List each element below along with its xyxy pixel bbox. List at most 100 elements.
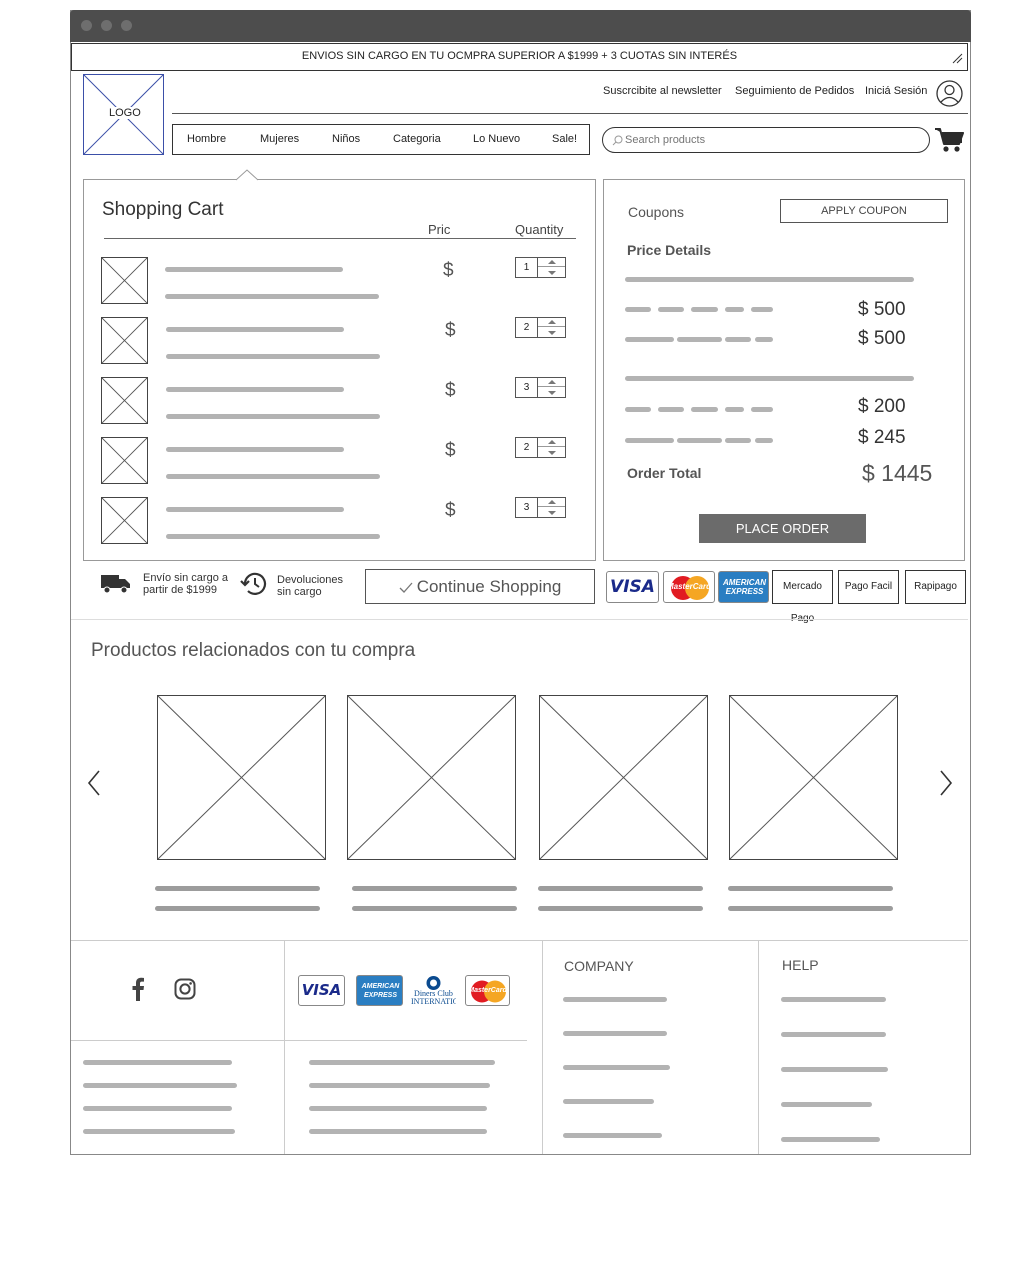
window-minimize-dot[interactable]: [101, 20, 112, 31]
order-tracking-link[interactable]: Seguimiento de Pedidos: [735, 85, 854, 97]
footer-help-title: HELP: [782, 957, 819, 973]
product-price: $: [445, 380, 456, 401]
footer-link-placeholder[interactable]: [563, 1065, 670, 1070]
footer-link-placeholder[interactable]: [563, 1099, 654, 1104]
promo-banner: ENVIOS SIN CARGO EN TU OCMPRA SUPERIOR A…: [71, 43, 968, 71]
related-product-image[interactable]: [347, 695, 516, 860]
promo-banner-text: ENVIOS SIN CARGO EN TU OCMPRA SUPERIOR A…: [301, 50, 738, 62]
quantity-stepper[interactable]: 3: [515, 377, 566, 398]
related-product-price-placeholder: [538, 906, 703, 911]
quantity-increase[interactable]: [538, 318, 565, 327]
footer-link-placeholder[interactable]: [781, 1032, 886, 1037]
mercado-pago-button[interactable]: Mercado Pago: [772, 570, 833, 624]
product-image[interactable]: [101, 257, 148, 304]
product-image[interactable]: [101, 497, 148, 544]
quantity-increase[interactable]: [538, 438, 565, 447]
order-summary-panel: [603, 179, 965, 561]
chevron-left-icon[interactable]: [86, 769, 102, 797]
footer-link-placeholder[interactable]: [309, 1129, 487, 1134]
footer-link-placeholder[interactable]: [83, 1106, 232, 1111]
apply-coupon-button[interactable]: APPLY COUPON: [780, 199, 948, 223]
user-icon[interactable]: [936, 80, 963, 107]
quantity-value[interactable]: 3: [516, 378, 538, 397]
product-name-placeholder: [166, 327, 344, 332]
product-image[interactable]: [101, 377, 148, 424]
summary-label-placeholder: [625, 407, 651, 412]
summary-label-placeholder: [725, 307, 744, 312]
summary-amount: $ 245: [858, 427, 906, 448]
footer-link-placeholder[interactable]: [83, 1083, 237, 1088]
footer-link-placeholder[interactable]: [781, 997, 886, 1002]
newsletter-link[interactable]: Suscrcibite al newsletter: [603, 85, 722, 97]
nav-item-ninos[interactable]: Niños: [332, 133, 360, 145]
place-order-button[interactable]: PLACE ORDER: [699, 514, 866, 543]
quantity-increase[interactable]: [538, 258, 565, 267]
related-product-image[interactable]: [539, 695, 708, 860]
search-box[interactable]: [602, 127, 930, 153]
footer-link-placeholder[interactable]: [83, 1060, 232, 1065]
quantity-stepper[interactable]: 1: [515, 257, 566, 278]
nav-item-sale[interactable]: Sale!: [552, 133, 577, 145]
cart-icon[interactable]: [935, 127, 964, 153]
logo[interactable]: LOGO: [83, 74, 164, 155]
logo-text: LOGO: [109, 107, 141, 119]
footer-link-placeholder[interactable]: [309, 1083, 490, 1088]
product-image[interactable]: [101, 437, 148, 484]
window-titlebar: [70, 10, 971, 42]
related-product-image[interactable]: [157, 695, 326, 860]
product-name-placeholder: [166, 447, 344, 452]
chevron-right-icon[interactable]: [938, 769, 954, 797]
visa-card-label: VISA: [610, 577, 655, 597]
footer-link-placeholder[interactable]: [83, 1129, 235, 1134]
window-close-dot[interactable]: [81, 20, 92, 31]
main-nav: Hombre Mujeres Niños Categoria Lo Nuevo …: [172, 124, 590, 155]
quantity-decrease[interactable]: [538, 448, 565, 457]
product-price: $: [445, 440, 456, 461]
summary-label-placeholder: [658, 307, 684, 312]
nav-item-lo-nuevo[interactable]: Lo Nuevo: [473, 133, 520, 145]
product-image[interactable]: [101, 317, 148, 364]
instagram-icon[interactable]: [174, 978, 196, 1000]
quantity-stepper[interactable]: 3: [515, 497, 566, 518]
footer-link-placeholder[interactable]: [563, 1031, 667, 1036]
footer-link-placeholder[interactable]: [309, 1060, 495, 1065]
quantity-stepper[interactable]: 2: [515, 437, 566, 458]
continue-shopping-button[interactable]: Continue Shopping: [365, 569, 595, 604]
related-product-price-placeholder: [728, 906, 893, 911]
nav-item-hombre[interactable]: Hombre: [187, 133, 226, 145]
footer-link-placeholder[interactable]: [781, 1102, 872, 1107]
quantity-increase[interactable]: [538, 378, 565, 387]
nav-item-mujeres[interactable]: Mujeres: [260, 133, 299, 145]
quantity-decrease[interactable]: [538, 388, 565, 397]
quantity-decrease[interactable]: [538, 508, 565, 517]
footer-link-placeholder[interactable]: [563, 1133, 662, 1138]
footer-link-placeholder[interactable]: [309, 1106, 487, 1111]
footer-link-placeholder[interactable]: [781, 1137, 880, 1142]
related-product-image[interactable]: [729, 695, 898, 860]
coupons-label: Coupons: [628, 204, 685, 220]
footer-link-placeholder[interactable]: [781, 1067, 888, 1072]
quantity-increase[interactable]: [538, 498, 565, 507]
facebook-icon[interactable]: [131, 977, 145, 1001]
resize-icon[interactable]: [951, 52, 963, 64]
quantity-value[interactable]: 2: [516, 318, 538, 337]
nav-item-categoria[interactable]: Categoria: [393, 133, 441, 145]
window-maximize-dot[interactable]: [121, 20, 132, 31]
quantity-stepper[interactable]: 2: [515, 317, 566, 338]
quantity-value[interactable]: 2: [516, 438, 538, 457]
pago-facil-button[interactable]: Pago Facil: [838, 570, 899, 604]
quantity-value[interactable]: 1: [516, 258, 538, 277]
free-shipping-text: Envío sin cargo a partir de $1999: [143, 572, 228, 596]
quantity-value[interactable]: 3: [516, 498, 538, 517]
mastercard-label: MasterCard: [666, 582, 711, 591]
search-icon: [612, 135, 623, 146]
search-input[interactable]: [625, 132, 915, 148]
footer-link-placeholder[interactable]: [563, 997, 667, 1002]
quantity-decrease[interactable]: [538, 268, 565, 277]
footer-divider: [542, 940, 543, 1154]
quantity-decrease[interactable]: [538, 328, 565, 337]
footer-mastercard-icon: MasterCard: [465, 975, 510, 1006]
login-link[interactable]: Iniciá Sesión: [865, 85, 927, 97]
rapipago-button[interactable]: Rapipago: [905, 570, 966, 604]
summary-amount: $ 500: [858, 299, 906, 320]
